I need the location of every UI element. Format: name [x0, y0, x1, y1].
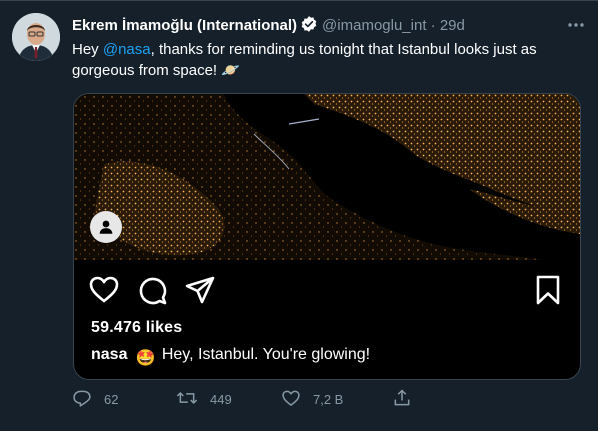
likes-count[interactable]: 59.476 likes — [91, 319, 182, 337]
comment-icon[interactable] — [136, 274, 168, 306]
caption-username[interactable]: nasa — [91, 346, 127, 363]
author-name[interactable]: Ekrem İmamoğlu (International) — [72, 17, 297, 34]
more-icon[interactable] — [566, 15, 586, 35]
retweet-count: 449 — [210, 391, 232, 407]
star-struck-emoji: 🤩 — [135, 350, 156, 367]
like-button[interactable]: 7,2 B — [281, 387, 343, 411]
share-button[interactable] — [392, 387, 424, 411]
tweet-text: Hey @nasa, thanks for reminding us tonig… — [72, 39, 572, 81]
like-icon — [281, 388, 313, 411]
reply-count: 62 — [104, 391, 119, 407]
verified-badge-icon — [300, 15, 318, 39]
retweet-button[interactable]: 449 — [176, 387, 232, 411]
caption-text: Hey, Istanbul. You're glowing! — [161, 346, 371, 363]
embedded-instagram-post[interactable]: 59.476 likes nasa 🤩 Hey, Istanbul. You're… — [73, 93, 581, 380]
tweet-action-bar: 62 449 7,2 B — [72, 387, 572, 411]
separator: · — [430, 17, 436, 34]
avatar[interactable] — [12, 13, 60, 61]
avatar-image — [12, 13, 60, 61]
bookmark-icon[interactable] — [532, 274, 564, 306]
reply-button[interactable]: 62 — [72, 387, 118, 411]
reply-icon — [72, 388, 104, 411]
tweet-text-start: Hey — [72, 41, 103, 58]
planet-emoji: 🪐 — [221, 62, 240, 79]
tweet[interactable]: Ekrem İmamoğlu (International) @imamoglu_… — [0, 0, 598, 431]
tweet-header: Ekrem İmamoğlu (International) @imamoglu_… — [72, 15, 586, 35]
instagram-action-bar — [74, 272, 580, 308]
istanbul-night-photo — [74, 94, 580, 260]
share-icon[interactable] — [184, 274, 216, 306]
heart-icon[interactable] — [88, 274, 120, 306]
retweet-icon — [176, 388, 210, 411]
user-tag-icon[interactable] — [90, 211, 122, 243]
author-handle[interactable]: @imamoglu_int — [322, 17, 426, 34]
timestamp[interactable]: 29d — [440, 17, 465, 34]
mention-link[interactable]: @nasa — [103, 41, 151, 58]
share-icon — [392, 388, 424, 411]
post-caption: nasa 🤩 Hey, Istanbul. You're glowing! — [91, 346, 370, 368]
like-count: 7,2 B — [313, 391, 344, 407]
